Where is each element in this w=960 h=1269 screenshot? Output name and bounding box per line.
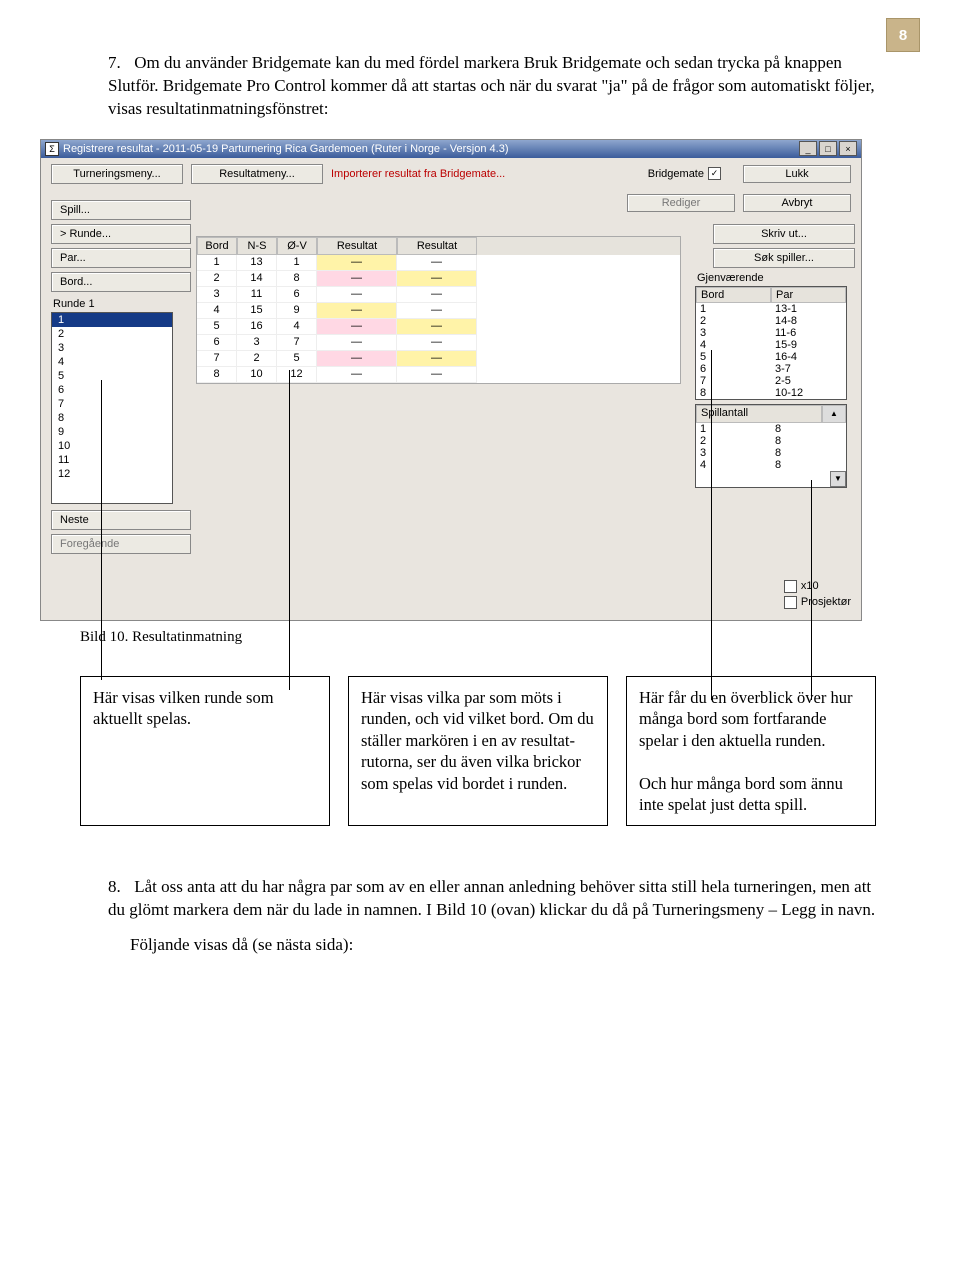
foregaende-button[interactable]: Foregående [51,534,191,554]
resultatmeny-button[interactable]: Resultatmeny... [191,164,323,184]
table-header: Bord [197,237,237,255]
prosjektor-checkbox[interactable]: Prosjektør [784,596,851,609]
callout-3b: Och hur många bord som ännu inte spelat … [639,774,843,814]
x10-checkbox[interactable]: x10 [784,580,851,593]
scroll-up-icon[interactable]: ▲ [822,405,846,423]
runde-list-item[interactable]: 5 [52,369,172,383]
runde-listbox[interactable]: 123456789101112 [51,312,173,504]
gjen-header: Par [771,287,846,303]
callout-box-2: Här visas vilka par som möts i runden, o… [348,676,608,827]
lukk-button[interactable]: Lukk [743,165,851,183]
spillantall-header: Spillantall [696,405,822,423]
runde-list-item[interactable]: 4 [52,355,172,369]
table-header: Resultat [317,237,397,255]
list-number-8: 8. [108,876,130,899]
callout-3a: Här får du en överblick över hur många b… [639,688,853,750]
import-status-label: Importerer resultat fra Bridgemate... [331,168,505,180]
table-header: N-S [237,237,277,255]
gjen-row[interactable]: 415-9 [696,339,846,351]
window-title: Registrere resultat - 2011-05-19 Parturn… [63,143,509,155]
turneringsmeny-button[interactable]: Turneringsmeny... [51,164,183,184]
gjen-row[interactable]: 810-12 [696,387,846,399]
paragraph-8-follow: Följande visas då (se nästa sida): [80,934,890,957]
table-row[interactable]: 1131—— [197,255,680,271]
par-button[interactable]: Par... [51,248,191,268]
table-header: Ø-V [277,237,317,255]
minimize-button[interactable]: _ [799,141,817,156]
bridgemate-checkbox[interactable]: Bridgemate ✓ [648,167,721,180]
table-header: Resultat [397,237,477,255]
neste-button[interactable]: Neste [51,510,191,530]
table-row[interactable]: 3116—— [197,287,680,303]
paragraph-8: 8. Låt oss anta att du har några par som… [80,876,890,922]
line-callout-3a [711,350,712,700]
runde-label: Runde 1 [53,298,186,310]
runde-list-item[interactable]: 3 [52,341,172,355]
line-callout-2 [289,370,290,690]
gjen-row[interactable]: 113-1 [696,303,846,315]
spill-row[interactable]: 48 [696,459,846,471]
table-row[interactable]: 2148—— [197,271,680,287]
titlebar: Σ Registrere resultat - 2011-05-19 Partu… [41,140,861,158]
paragraph-7: 7. Om du använder Bridgemate kan du med … [80,52,890,121]
table-row[interactable]: 5164—— [197,319,680,335]
runde-list-item[interactable]: 12 [52,467,172,481]
table-row[interactable]: 725—— [197,351,680,367]
bord-button[interactable]: Bord... [51,272,191,292]
runde-list-item[interactable]: 1 [52,313,172,327]
table-row[interactable]: 81012—— [197,367,680,383]
runde-list-item[interactable]: 11 [52,453,172,467]
line-callout-3b [811,480,812,700]
x10-label: x10 [801,580,819,592]
spill-row[interactable]: 38 [696,447,846,459]
runde-list-item[interactable]: 10 [52,439,172,453]
gjen-row[interactable]: 72-5 [696,375,846,387]
gjenvaerende-label: Gjenværende [697,272,853,284]
sok-spiller-button[interactable]: Søk spiller... [713,248,855,268]
app-icon: Σ [45,142,59,156]
list-number-7: 7. [108,52,130,75]
runde-list-item[interactable]: 7 [52,397,172,411]
gjen-row[interactable]: 214-8 [696,315,846,327]
app-window: Σ Registrere resultat - 2011-05-19 Partu… [40,139,862,621]
gjen-row[interactable]: 516-4 [696,351,846,363]
paragraph-8-text: Låt oss anta att du har några par som av… [108,877,875,919]
bridgemate-label: Bridgemate [648,168,704,180]
gjen-row[interactable]: 63-7 [696,363,846,375]
check-icon: ✓ [708,167,721,180]
spill-row[interactable]: 18 [696,423,846,435]
result-table[interactable]: BordN-SØ-VResultatResultat 1131——2148——3… [196,236,681,384]
callout-box-3: Här får du en överblick över hur många b… [626,676,876,827]
line-callout-1 [101,380,102,680]
runde-list-item[interactable]: 2 [52,327,172,341]
runde-list-item[interactable]: 8 [52,411,172,425]
gjen-row[interactable]: 311-6 [696,327,846,339]
gjenvaerende-list[interactable]: BordPar 113-1214-8311-6415-9516-463-772-… [695,286,847,400]
spill-row[interactable]: 28 [696,435,846,447]
spillantall-list[interactable]: Spillantall▲ 18283848 ▼ [695,404,847,488]
skriv-ut-button[interactable]: Skriv ut... [713,224,855,244]
close-button[interactable]: × [839,141,857,156]
prosjektor-label: Prosjektør [801,596,851,608]
callout-box-1: Här visas vilken runde som aktuellt spel… [80,676,330,827]
runde-list-item[interactable]: 9 [52,425,172,439]
paragraph-7-text: Om du använder Bridgemate kan du med för… [108,53,875,118]
runde-button[interactable]: > Runde... [51,224,191,244]
table-row[interactable]: 637—— [197,335,680,351]
maximize-button[interactable]: □ [819,141,837,156]
page-number-badge: 8 [886,18,920,52]
spill-button[interactable]: Spill... [51,200,191,220]
scroll-down-icon[interactable]: ▼ [830,471,846,487]
runde-list-item[interactable]: 6 [52,383,172,397]
figure-caption: Bild 10. Resultatinmatning [80,629,890,646]
table-row[interactable]: 4159—— [197,303,680,319]
gjen-header: Bord [696,287,771,303]
